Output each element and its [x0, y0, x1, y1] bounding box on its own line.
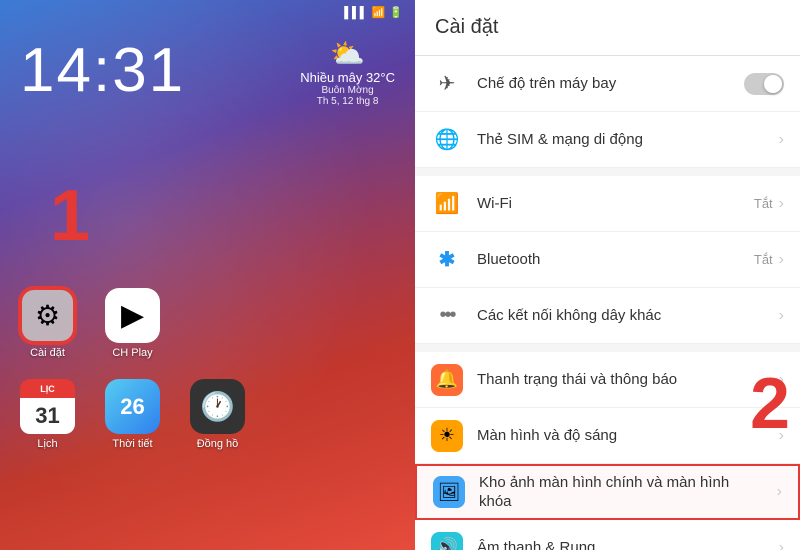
weather-app-label: Thời tiết [112, 438, 152, 450]
wallpaper-chevron: › [777, 483, 782, 501]
sound-chevron-icon: › [779, 539, 784, 550]
wallpaper-text-wrap: Kho ảnh màn hình chính và màn hình khóa [479, 473, 777, 512]
wifi-status-text: Tắt [754, 196, 773, 211]
settings-item-wallpaper[interactable]: 🖼 Kho ảnh màn hình chính và màn hình khó… [415, 464, 800, 520]
display-chevron-icon: › [779, 427, 784, 445]
wallpaper-icon: 🖼 [433, 476, 465, 508]
weather-app-number: 26 [120, 394, 144, 420]
gear-icon: ⚙ [35, 299, 60, 332]
airplane-toggle-switch[interactable] [744, 73, 784, 95]
clock-app-icon: 🕐 [190, 379, 245, 434]
app-row-2: LỊC 31 Lịch 26 Thời tiết 🕐 Đồng hồ [15, 379, 400, 450]
weather-icon: ⛅ [300, 40, 395, 68]
weather-desc: Buôn Mờng [300, 85, 395, 96]
wifi-status-icon: 📶 [372, 6, 386, 19]
clock-icon: 🕐 [200, 390, 235, 423]
app-item-calendar[interactable]: LỊC 31 Lịch [15, 379, 80, 450]
status-icons: ▌▌▌ 📶 🔋 [344, 6, 403, 19]
sound-icon: 🔊 [431, 532, 463, 550]
divider-2 [415, 344, 800, 352]
settings-item-bluetooth[interactable]: ✱ Bluetooth Tắt › [415, 232, 800, 288]
airplane-icon: ✈ [431, 68, 463, 100]
settings-item-wifi[interactable]: 📶 Wi-Fi Tắt › [415, 176, 800, 232]
settings-item-notification[interactable]: 🔔 Thanh trạng thái và thông báo › [415, 352, 800, 408]
app-item-clock[interactable]: 🕐 Đồng hồ [185, 379, 250, 450]
notification-chevron: › [779, 371, 784, 389]
app-grid: ⚙ Cài đặt ▶ CH Play LỊC 31 Lịch [0, 288, 415, 470]
calendar-app-icon: LỊC 31 [20, 379, 75, 434]
sim-icon: 🌐 [431, 124, 463, 156]
notification-icon: 🔔 [431, 364, 463, 396]
status-bar: ▌▌▌ 📶 🔋 [0, 0, 415, 25]
wallpaper-chevron-icon: › [777, 483, 782, 501]
chplay-app-icon: ▶ [105, 288, 160, 343]
wallpaper-label-line1: Kho ảnh màn hình chính và màn hình [479, 473, 777, 493]
wifi-status: Tắt › [754, 195, 784, 213]
display-chevron: › [779, 427, 784, 445]
display-label: Màn hình và độ sáng [477, 427, 779, 444]
sim-label: Thẻ SIM & mạng di động [477, 131, 779, 148]
settings-panel: Cài đặt ✈ Chế độ trên máy bay 🌐 Thẻ SIM … [415, 0, 800, 550]
step-number-1: 1 [50, 180, 90, 252]
settings-title: Cài đặt [415, 0, 800, 56]
app-row-1: ⚙ Cài đặt ▶ CH Play [15, 288, 400, 359]
chplay-app-label: CH Play [112, 347, 152, 359]
sim-chevron: › [779, 131, 784, 149]
wifi-label: Wi-Fi [477, 195, 754, 212]
wallpaper-label-line2: khóa [479, 492, 777, 512]
bluetooth-icon: ✱ [431, 244, 463, 276]
weather-temp: Nhiều mây 32°C [300, 70, 395, 85]
notification-label: Thanh trạng thái và thông báo [477, 371, 779, 388]
bluetooth-label: Bluetooth [477, 251, 754, 268]
connections-label: Các kết nối không dây khác [477, 307, 779, 324]
app-item-chplay[interactable]: ▶ CH Play [100, 288, 165, 359]
bluetooth-status: Tắt › [754, 251, 784, 269]
settings-item-airplane[interactable]: ✈ Chế độ trên máy bay [415, 56, 800, 112]
app-item-settings[interactable]: ⚙ Cài đặt [15, 288, 80, 359]
display-icon: ☀ [431, 420, 463, 452]
settings-item-sound[interactable]: 🔊 Âm thanh & Rung › [415, 520, 800, 550]
homescreen-panel: ▌▌▌ 📶 🔋 14:31 ⛅ Nhiều mây 32°C Buôn Mờng… [0, 0, 415, 550]
divider-1 [415, 168, 800, 176]
connections-chevron: › [779, 307, 784, 325]
clock-app-label: Đồng hồ [197, 438, 239, 450]
sound-chevron: › [779, 539, 784, 550]
connections-chevron-icon: › [779, 307, 784, 325]
weather-app-icon: 26 [105, 379, 160, 434]
settings-item-display[interactable]: ☀ Màn hình và độ sáng › [415, 408, 800, 464]
connections-icon: ••• [431, 300, 463, 332]
settings-item-connections[interactable]: ••• Các kết nối không dây khác › [415, 288, 800, 344]
airplane-label: Chế độ trên máy bay [477, 75, 744, 92]
signal-icon: ▌▌▌ [344, 7, 367, 19]
settings-item-sim[interactable]: 🌐 Thẻ SIM & mạng di động › [415, 112, 800, 168]
weather-date: Th 5, 12 thg 8 [300, 96, 395, 107]
calendar-number: 31 [35, 403, 59, 429]
battery-icon: 🔋 [389, 6, 403, 19]
wifi-chevron-icon: › [779, 195, 784, 213]
settings-app-label: Cài đặt [30, 347, 65, 359]
bluetooth-status-text: Tắt [754, 252, 773, 267]
wifi-icon: 📶 [431, 188, 463, 220]
notification-chevron-icon: › [779, 371, 784, 389]
airplane-toggle[interactable] [744, 73, 784, 95]
app-item-weather[interactable]: 26 Thời tiết [100, 379, 165, 450]
calendar-app-label: Lịch [37, 438, 57, 450]
chevron-icon: › [779, 131, 784, 149]
sound-label: Âm thanh & Rung [477, 539, 779, 550]
settings-list: ✈ Chế độ trên máy bay 🌐 Thẻ SIM & mạng d… [415, 56, 800, 550]
settings-app-icon: ⚙ [20, 288, 75, 343]
play-icon: ▶ [121, 298, 144, 333]
bluetooth-chevron-icon: › [779, 251, 784, 269]
weather-widget: ⛅ Nhiều mây 32°C Buôn Mờng Th 5, 12 thg … [300, 40, 395, 107]
